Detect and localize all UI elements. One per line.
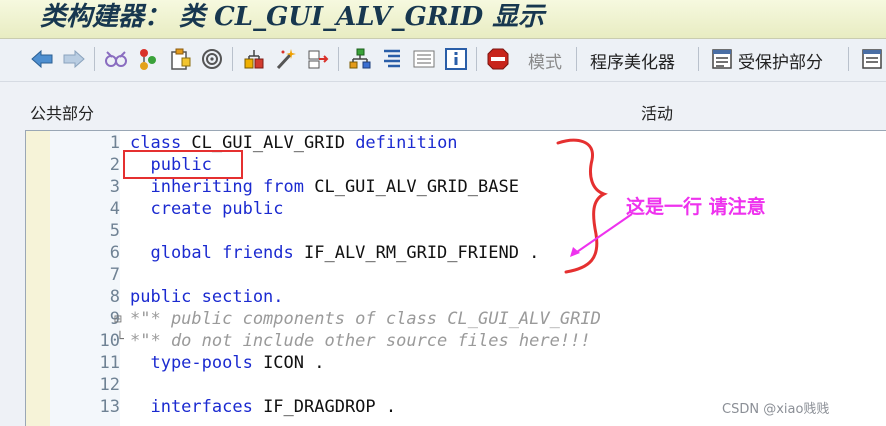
- transport-icon[interactable]: [306, 47, 330, 71]
- code-token: IF_DRAGDROP .: [263, 397, 397, 417]
- list-icon[interactable]: [412, 47, 436, 71]
- line-number: 3: [109, 177, 120, 197]
- line-number: 1: [109, 133, 120, 153]
- annotation-text: 这是一行 请注意: [626, 196, 766, 218]
- line-number: 10: [99, 331, 120, 351]
- code-token: public: [130, 155, 212, 175]
- application-toolbar: 模式 程序美化器 受保护部分: [0, 39, 886, 82]
- where-used-icon[interactable]: [200, 47, 224, 71]
- line-number: 4: [109, 199, 120, 219]
- code-token: class: [130, 133, 192, 153]
- line-number: 9: [109, 309, 120, 329]
- line-number: 8: [109, 287, 120, 307]
- code-token: global friends: [130, 243, 304, 263]
- code-token: public section.: [130, 287, 284, 307]
- protected-section-icon[interactable]: [710, 47, 734, 71]
- code-line[interactable]: class CL_GUI_ALV_GRID definition: [130, 133, 458, 153]
- forward-arrow-icon[interactable]: [62, 47, 86, 71]
- glasses-icon[interactable]: [104, 47, 128, 71]
- code-line[interactable]: global friends IF_ALV_RM_GRID_FRIEND .: [130, 243, 539, 263]
- code-token: type-pools: [130, 353, 264, 373]
- code-line[interactable]: create public: [130, 199, 284, 219]
- code-token: IF_ALV_RM_GRID_FRIEND .: [304, 243, 540, 263]
- line-number: 6: [109, 243, 120, 263]
- pretty-print-icon[interactable]: [380, 47, 404, 71]
- code-comment: *"* do not include other source files he…: [130, 331, 591, 351]
- code-token: create public: [130, 199, 284, 219]
- code-line[interactable]: public section.: [130, 287, 284, 307]
- editor-gutter: [26, 131, 50, 426]
- section-status: 活动: [641, 104, 674, 123]
- code-line[interactable]: type-pools ICON .: [130, 353, 324, 373]
- clipboard-icon[interactable]: [168, 47, 192, 71]
- fold-collapse-icon[interactable]: ⊟: [114, 312, 122, 327]
- code-token: definition: [355, 133, 458, 153]
- back-arrow-icon[interactable]: [30, 47, 54, 71]
- code-line[interactable]: inheriting from CL_GUI_ALV_GRID_BASE: [130, 177, 519, 197]
- hierarchy-icon[interactable]: [242, 47, 266, 71]
- line-number: 11: [99, 353, 120, 373]
- info-icon[interactable]: [444, 47, 468, 71]
- line-number: 7: [109, 265, 120, 285]
- code-token: CL_GUI_ALV_GRID: [191, 133, 356, 153]
- private-section-icon[interactable]: [860, 47, 884, 71]
- code-token: inheriting from: [130, 177, 315, 197]
- code-token: interfaces: [130, 397, 264, 417]
- mode-button[interactable]: 模式: [528, 48, 562, 73]
- code-line[interactable]: public: [130, 155, 212, 175]
- protected-section-button[interactable]: 受保护部分: [738, 48, 823, 73]
- magic-wand-icon[interactable]: [274, 47, 298, 71]
- code-line[interactable]: *"* do not include other source files he…: [130, 331, 591, 351]
- title-bar: 类构建器： 类 CL_GUI_ALV_GRID 显示: [0, 0, 886, 39]
- line-number: 13: [99, 397, 120, 417]
- code-line[interactable]: interfaces IF_DRAGDROP .: [130, 397, 396, 417]
- window-title: 类构建器： 类 CL_GUI_ALV_GRID 显示: [40, 2, 545, 32]
- fold-end-icon: └: [116, 332, 124, 347]
- code-token: CL_GUI_ALV_GRID_BASE: [314, 177, 519, 197]
- stop-icon[interactable]: [486, 47, 510, 71]
- watermark: CSDN @xiao贱贱: [722, 402, 830, 417]
- code-editor[interactable]: 1 2 3 4 5 6 7 8 9 10 11 12 13 ⊟ └ class …: [25, 130, 886, 426]
- code-token: ICON .: [263, 353, 325, 373]
- pretty-printer-button[interactable]: 程序美化器: [590, 48, 675, 73]
- class-hierarchy-icon[interactable]: [348, 47, 372, 71]
- line-number: 2: [109, 155, 120, 175]
- object-tree-icon[interactable]: [136, 47, 160, 71]
- code-line[interactable]: *"* public components of class CL_GUI_AL…: [130, 309, 601, 329]
- line-number: 5: [109, 221, 120, 241]
- code-comment: *"* public components of class CL_GUI_AL…: [130, 309, 601, 329]
- line-number: 12: [99, 375, 120, 395]
- section-header: 公共部分 活动: [0, 96, 886, 126]
- section-title: 公共部分: [30, 104, 95, 123]
